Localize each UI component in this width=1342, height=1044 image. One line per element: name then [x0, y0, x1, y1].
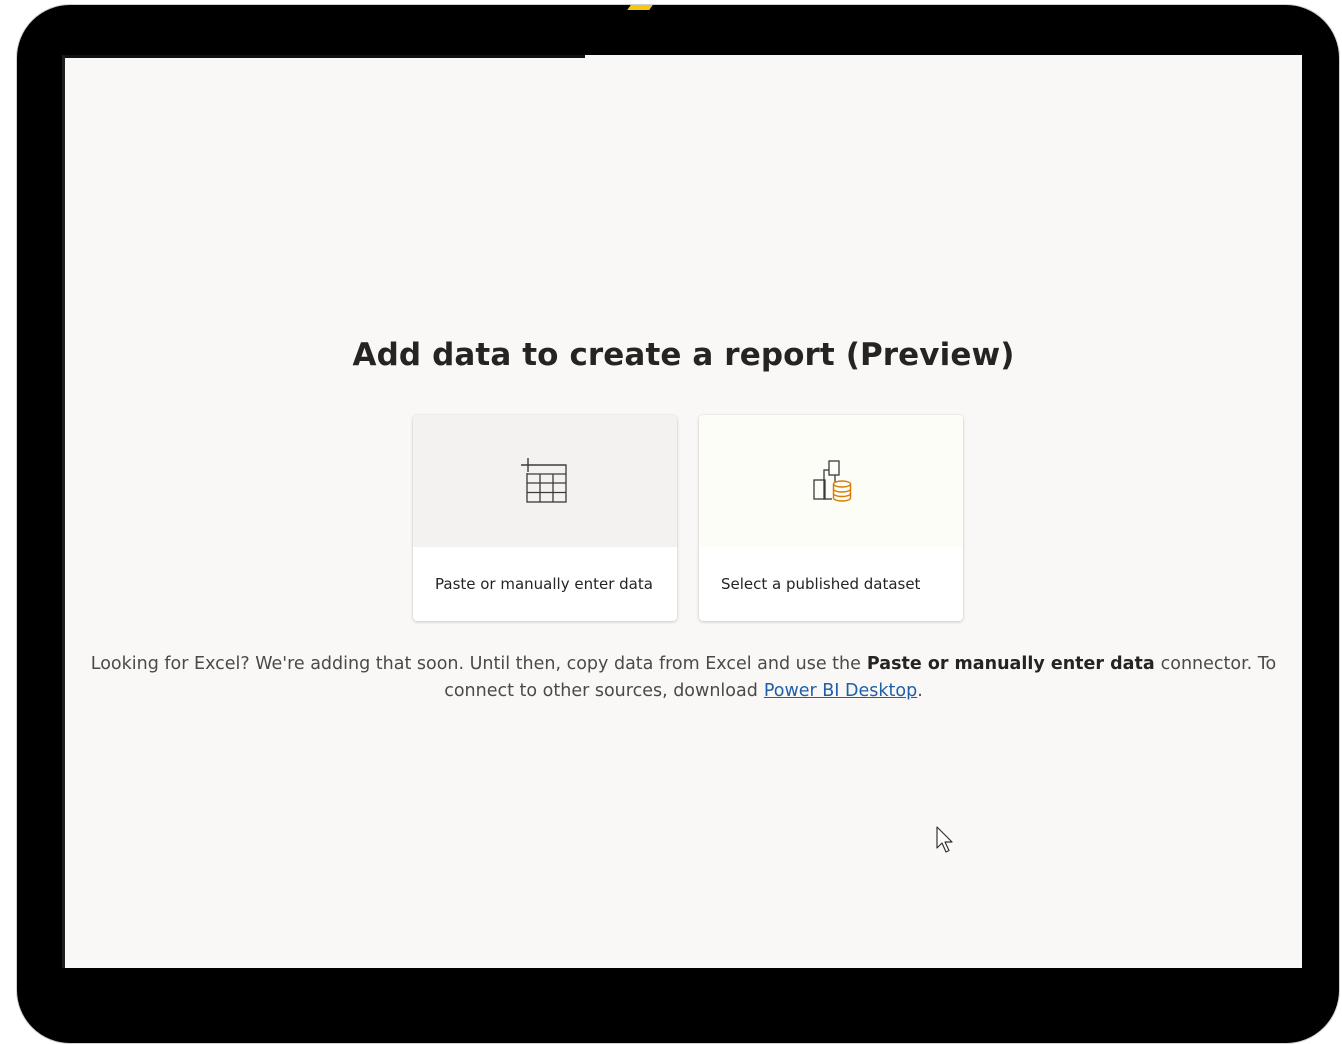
mouse-pointer-icon	[936, 826, 953, 853]
table-add-icon	[521, 458, 567, 503]
info-text-after: .	[917, 681, 923, 701]
data-source-cards: Paste or manually enter data Select a pu…	[413, 415, 963, 621]
info-bold-connector: Paste or manually enter data	[866, 654, 1155, 674]
paste-data-card[interactable]: Paste or manually enter data	[413, 415, 677, 621]
page-title: Add data to create a report (Preview)	[352, 337, 1015, 373]
dataset-icon	[813, 460, 852, 502]
paste-data-card-header	[413, 415, 677, 547]
published-dataset-card-header	[699, 415, 963, 547]
published-dataset-card[interactable]: Select a published dataset	[699, 415, 963, 621]
paste-data-card-label: Paste or manually enter data	[435, 575, 653, 593]
info-text-before: Looking for Excel? We're adding that soo…	[90, 654, 861, 674]
screen-top-border	[65, 55, 585, 58]
power-bi-desktop-link[interactable]: Power BI Desktop	[758, 681, 917, 701]
accent-notch	[627, 5, 653, 10]
published-dataset-card-label: Select a published dataset	[721, 575, 921, 593]
info-message: Looking for Excel? We're adding that soo…	[85, 651, 1282, 705]
app-screen: Add data to create a report (Preview) Pa…	[62, 55, 1302, 968]
